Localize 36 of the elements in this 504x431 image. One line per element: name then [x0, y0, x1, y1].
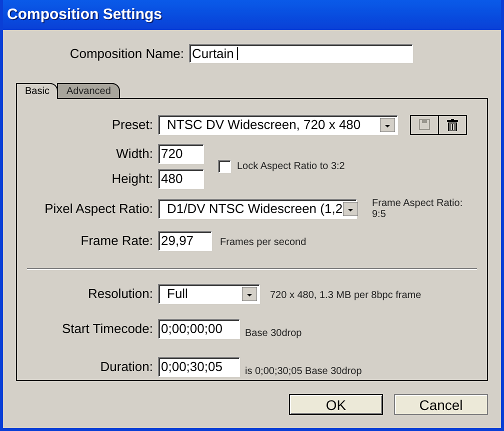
hint-text: 9:5: [372, 208, 387, 220]
unit-label: Frames per second: [220, 236, 306, 248]
composition-name-field[interactable]: Curtain: [189, 44, 413, 64]
hint-text: Frame Aspect Ratio:: [372, 198, 463, 208]
text-field[interactable]: 29,97: [158, 230, 212, 250]
field-label: Height:: [112, 170, 153, 188]
checkbox-label: Lock Aspect Ratio to 3:2: [237, 160, 345, 174]
dropdown[interactable]: Full: [158, 284, 260, 304]
field-label: Duration:: [100, 358, 153, 376]
save-icon: [419, 119, 430, 130]
field-label: Pixel Aspect Ratio:: [44, 200, 153, 218]
tab[interactable]: Basic: [16, 82, 58, 98]
field-label: Composition Name:: [70, 45, 184, 63]
hint-text: Base 30drop: [245, 328, 302, 338]
dropdown-arrow-icon: [380, 118, 395, 132]
field-label: Resolution:: [88, 284, 153, 303]
lock-aspect-checkbox[interactable]: [218, 160, 231, 172]
field-label: Start Timecode:: [62, 320, 153, 338]
field-label: Preset:: [112, 116, 153, 134]
field-label: Width:: [116, 144, 153, 163]
tab[interactable]: Advanced: [57, 82, 120, 98]
text-field[interactable]: 0;00;00;00: [158, 319, 240, 339]
dialog-button[interactable]: OK: [289, 394, 383, 414]
dialog-button[interactable]: Cancel: [394, 394, 488, 414]
dropdown[interactable]: D1/DV NTSC Widescreen (1,2: [158, 198, 357, 218]
dropdown-arrow-icon: [242, 286, 257, 300]
hint-text: 720 x 480, 1.3 MB per 8bpc frame: [270, 290, 422, 300]
text-field[interactable]: 0;00;30;05: [158, 357, 240, 377]
field-label: Frame Rate:: [80, 232, 153, 250]
text-field[interactable]: 720: [158, 144, 204, 164]
trash-icon: [447, 118, 458, 130]
text-field[interactable]: 480: [158, 168, 204, 188]
dropdown[interactable]: NTSC DV Widescreen, 720 x 480: [158, 114, 398, 134]
hint-text: is 0;00;30;05 Base 30drop: [245, 366, 362, 376]
dropdown-arrow-icon: [342, 202, 358, 216]
window-title: Composition Settings: [7, 4, 162, 25]
